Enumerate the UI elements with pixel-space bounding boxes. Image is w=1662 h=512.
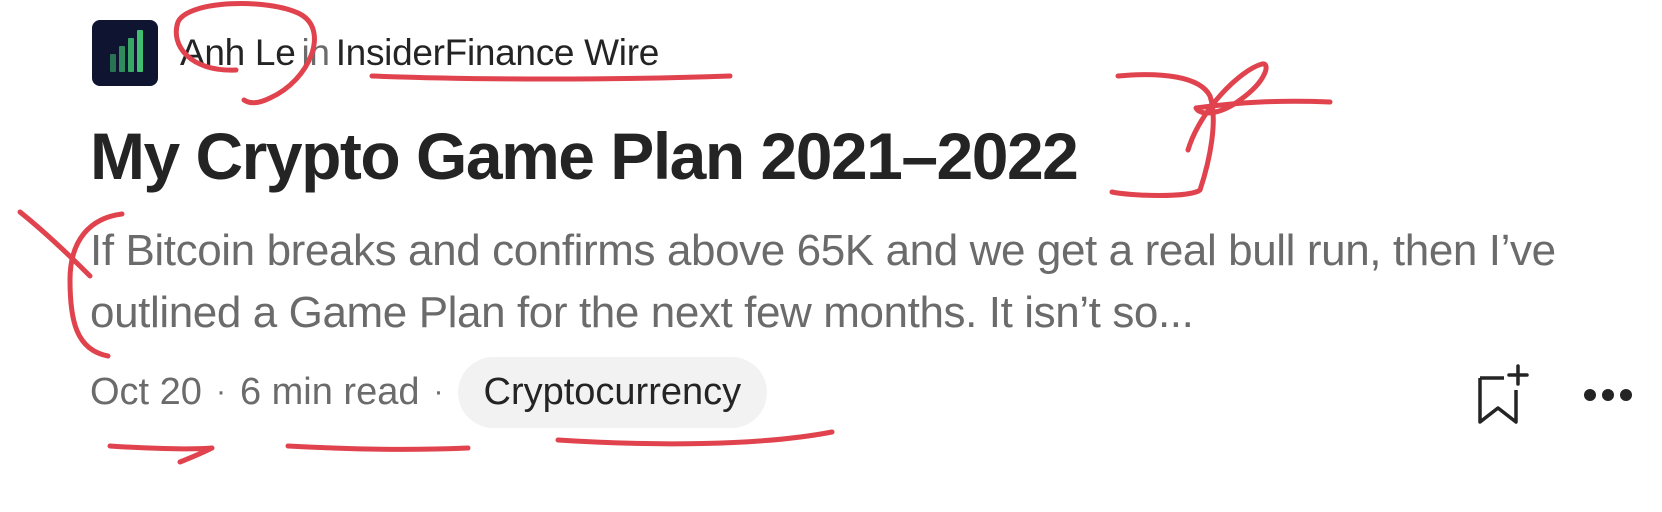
meta-separator: · (433, 375, 444, 408)
byline-in: in (301, 32, 330, 73)
author-row: Anh Le in InsiderFinance Wire (92, 20, 659, 86)
post-title[interactable]: My Crypto Game Plan 2021–2022 (90, 118, 1079, 194)
topic-tag[interactable]: Cryptocurrency (457, 356, 768, 428)
publication-logo[interactable] (92, 20, 158, 86)
save-button[interactable] (1474, 362, 1534, 428)
post-preview-card: Anh Le in InsiderFinance Wire My Crypto Ga… (0, 0, 1662, 512)
meta-separator: · (215, 375, 226, 408)
post-meta: Oct 20 · 6 min read · Cryptocurrency (90, 356, 768, 428)
read-time: 6 min read (239, 370, 420, 413)
post-actions (1474, 362, 1638, 428)
bookmark-add-icon (1478, 364, 1529, 424)
publication-name[interactable]: InsiderFinance Wire (336, 32, 660, 73)
more-options-button[interactable] (1578, 362, 1638, 428)
byline: Anh Le in InsiderFinance Wire (180, 32, 659, 74)
post-subtitle[interactable]: If Bitcoin breaks and confirms above 65K… (90, 220, 1650, 344)
post-date: Oct 20 (90, 370, 202, 413)
more-horizontal-icon (1584, 389, 1632, 401)
author-name[interactable]: Anh Le (180, 32, 296, 73)
